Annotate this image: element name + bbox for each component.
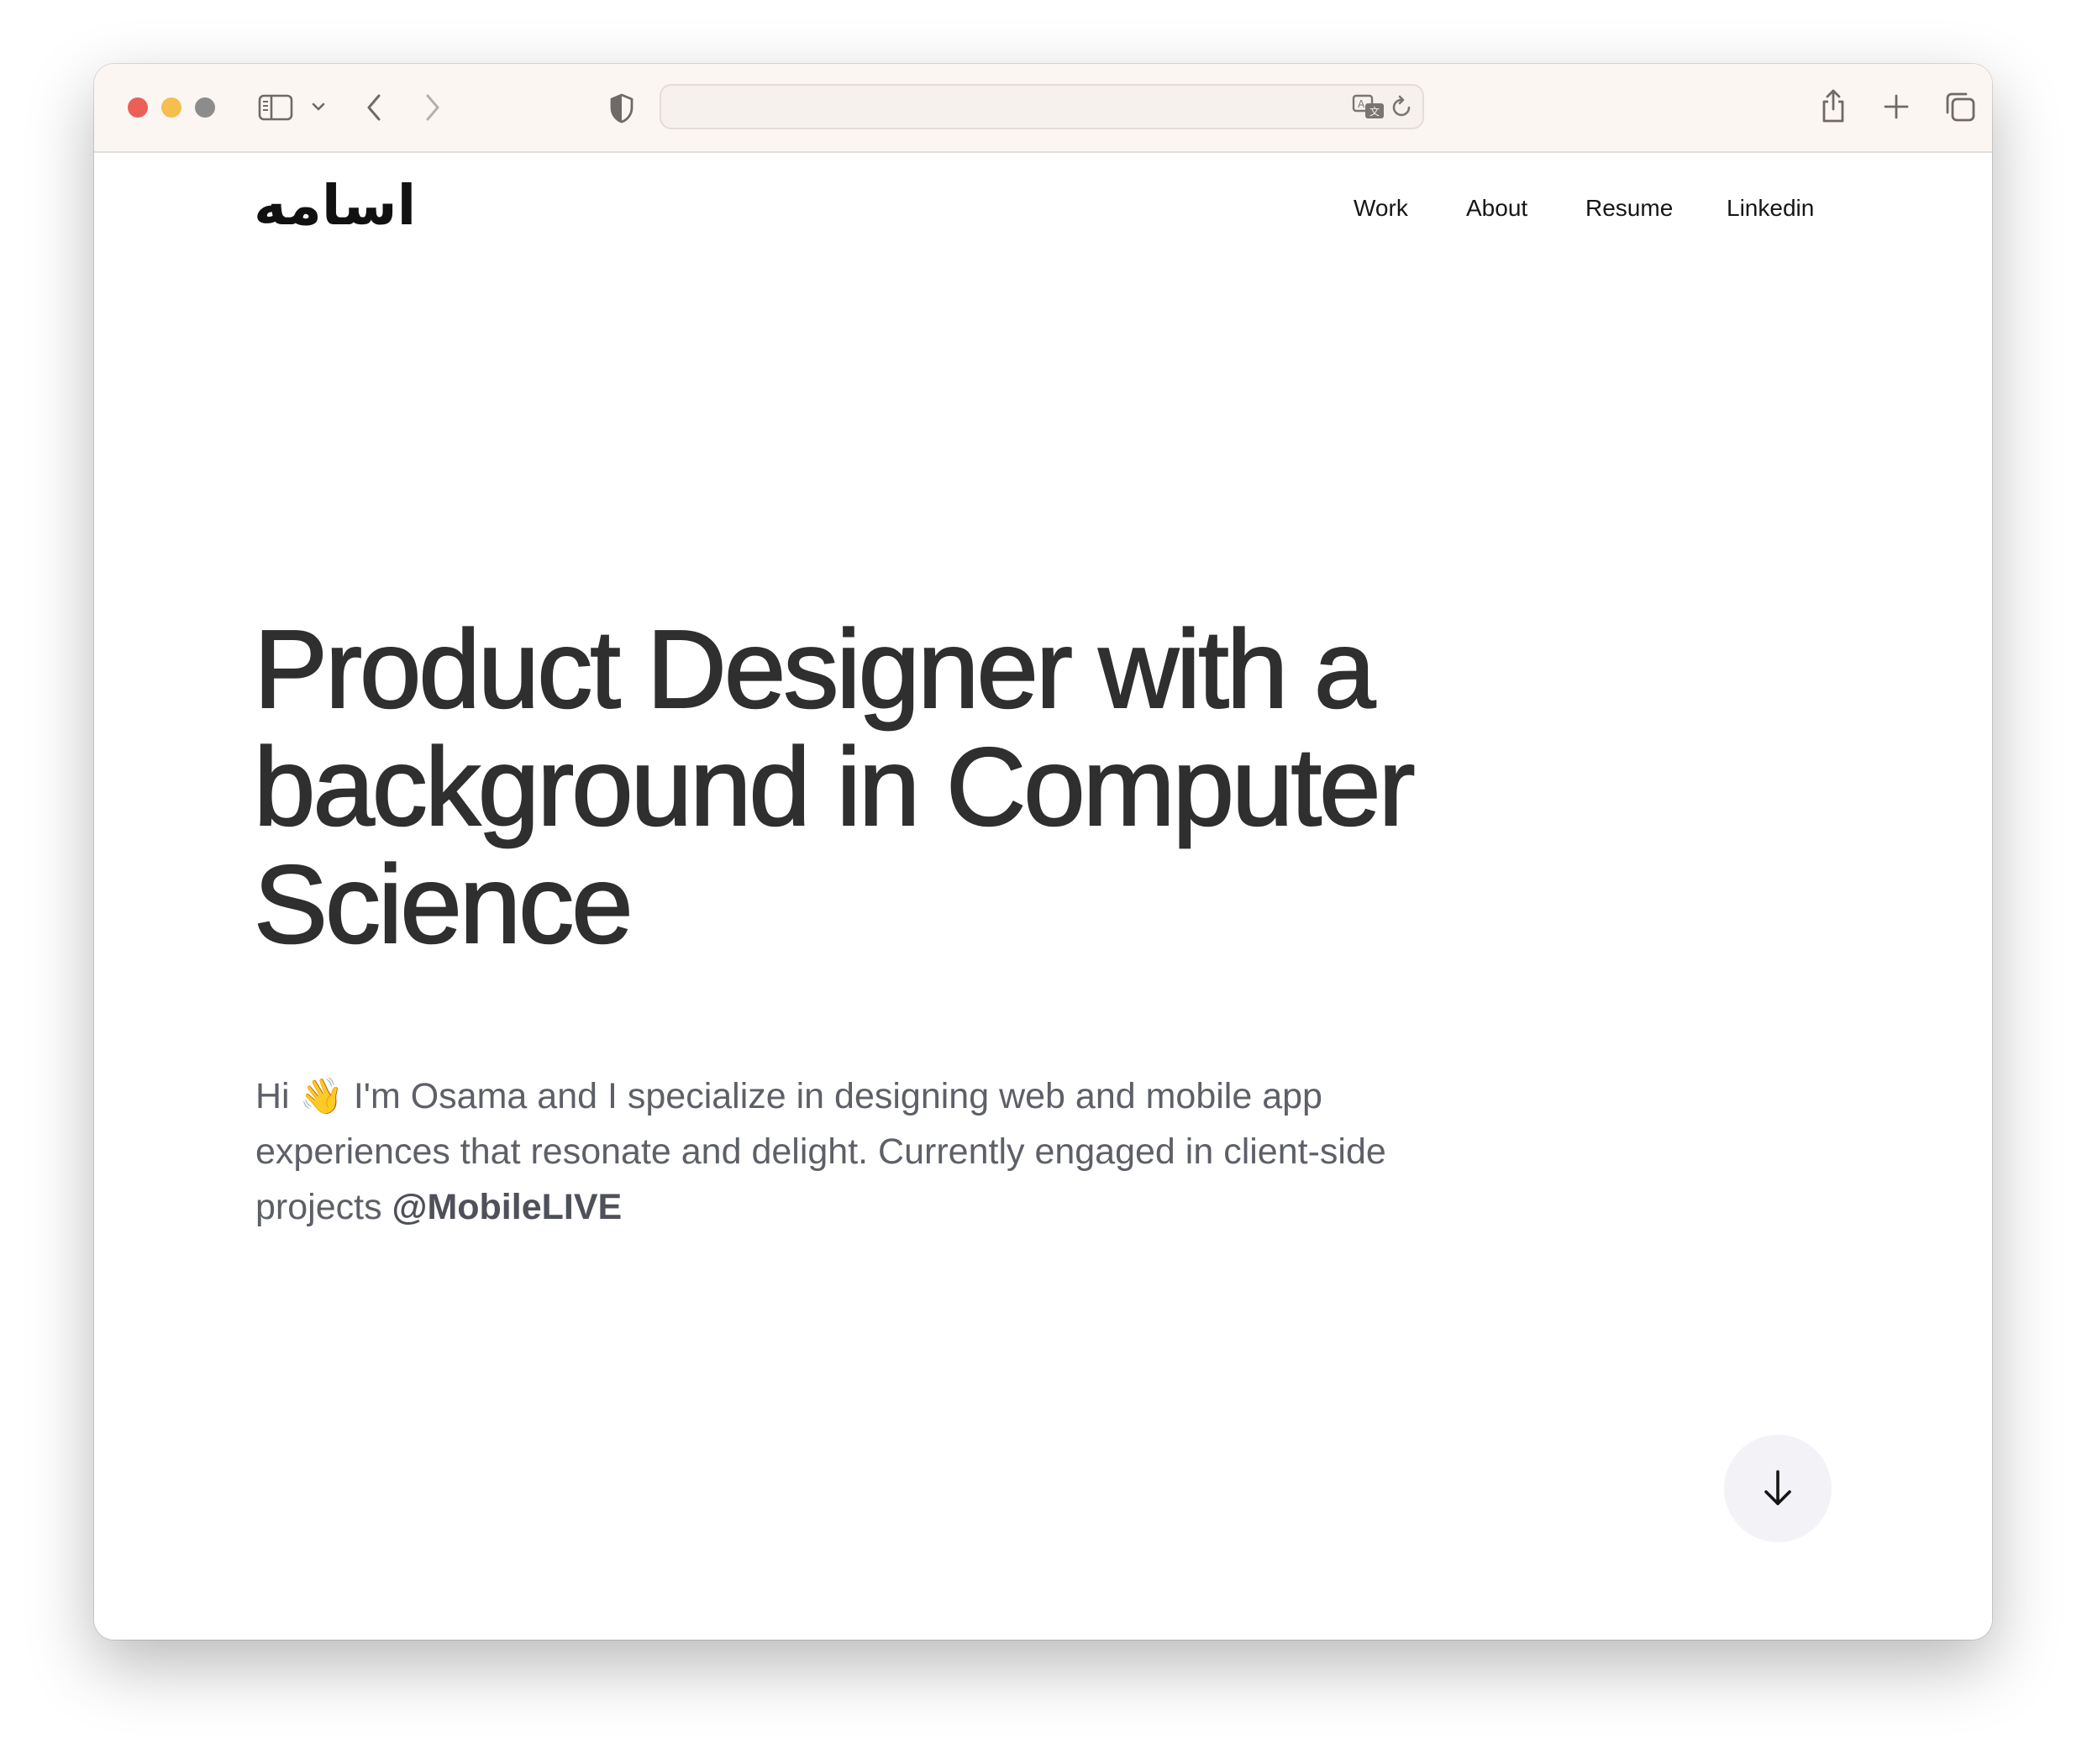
close-window-button[interactable]	[128, 97, 148, 118]
nav-link-resume[interactable]: Resume	[1585, 197, 1673, 220]
browser-window: A 文 اسامه Work About Resume Linkedin Pro…	[94, 64, 1992, 1640]
new-tab-icon[interactable]	[1884, 94, 1909, 119]
back-icon[interactable]	[365, 92, 383, 123]
svg-text:A: A	[1358, 98, 1365, 110]
waving-hand-emoji: 👋	[299, 1075, 344, 1116]
browser-toolbar: A 文	[94, 64, 1992, 153]
tabs-overview-icon[interactable]	[1944, 91, 1976, 123]
svg-text:文: 文	[1369, 105, 1380, 118]
sidebar-icon[interactable]	[258, 94, 293, 121]
scroll-down-button[interactable]	[1724, 1435, 1832, 1542]
intro-greeting: Hi	[255, 1076, 290, 1116]
privacy-shield-icon[interactable]	[608, 92, 635, 124]
nav-link-about[interactable]: About	[1466, 197, 1527, 220]
company-handle: @MobileLIVE	[392, 1187, 623, 1227]
arrow-down-icon	[1764, 1470, 1791, 1505]
reload-icon[interactable]	[1390, 95, 1414, 120]
address-bar[interactable]: A 文	[660, 84, 1424, 129]
forward-icon[interactable]	[423, 92, 442, 123]
zoom-window-button[interactable]	[195, 97, 215, 118]
intro-paragraph: Hi 👋 I'm Osama and I specialize in desig…	[255, 1068, 1465, 1235]
nav-link-linkedin[interactable]: Linkedin	[1727, 197, 1814, 220]
hero-title: Product Designer with a background in Co…	[253, 607, 1417, 966]
page-content: اسامه Work About Resume Linkedin Product…	[94, 153, 1992, 1640]
nav-link-work[interactable]: Work	[1354, 197, 1408, 220]
minimize-window-button[interactable]	[161, 97, 181, 118]
share-icon[interactable]	[1820, 87, 1847, 124]
site-logo[interactable]: اسامه	[254, 178, 416, 234]
chevron-down-icon[interactable]	[311, 101, 326, 113]
translate-icon[interactable]: A 文	[1352, 94, 1385, 121]
